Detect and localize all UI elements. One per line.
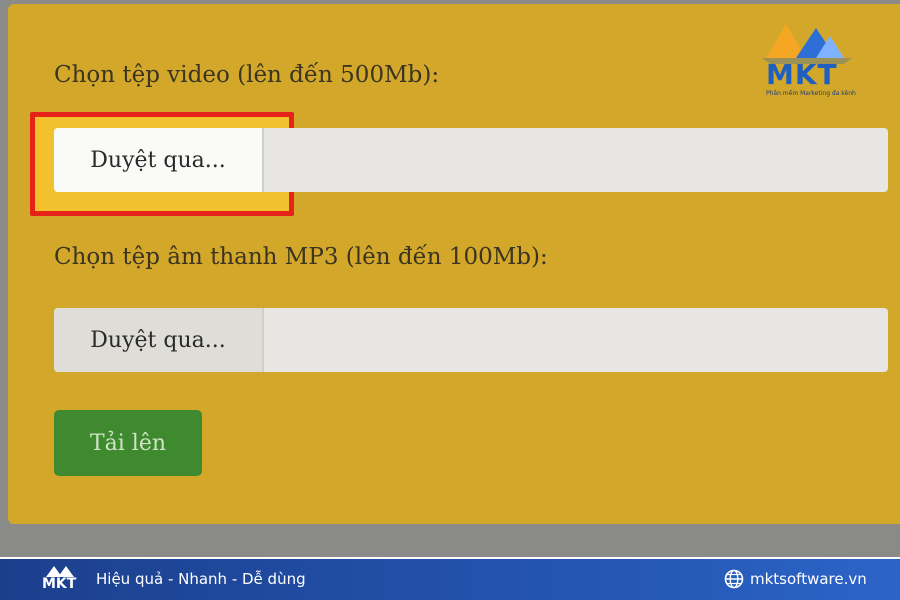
video-file-label: Chọn tệp video (lên đến 500Mb): xyxy=(54,62,440,88)
logo-tagline: Phần mềm Marketing đa kênh xyxy=(766,90,856,97)
logo-text: MKT xyxy=(766,58,838,91)
audio-file-label: Chọn tệp âm thanh MP3 (lên đến 100Mb): xyxy=(54,244,548,270)
audio-browse-button[interactable]: Duyệt qua... xyxy=(54,308,264,372)
video-file-input[interactable]: Duyệt qua... xyxy=(54,128,888,192)
audio-file-input[interactable]: Duyệt qua... xyxy=(54,308,888,372)
video-file-name-field[interactable] xyxy=(264,128,888,192)
website-text[interactable]: mktsoftware.vn xyxy=(750,570,867,588)
footer-website[interactable]: mktsoftware.vn xyxy=(724,569,867,589)
upload-button[interactable]: Tải lên xyxy=(54,410,202,476)
video-browse-button[interactable]: Duyệt qua... xyxy=(54,128,264,192)
footer-slogan: Hiệu quả - Nhanh - Dễ dùng xyxy=(96,570,306,588)
footer-bar: MKT Hiệu quả - Nhanh - Dễ dùng mktsoftwa… xyxy=(0,557,900,600)
globe-icon xyxy=(724,569,744,589)
audio-file-name-field[interactable] xyxy=(264,308,888,372)
footer-logo-text: MKT xyxy=(42,576,77,592)
